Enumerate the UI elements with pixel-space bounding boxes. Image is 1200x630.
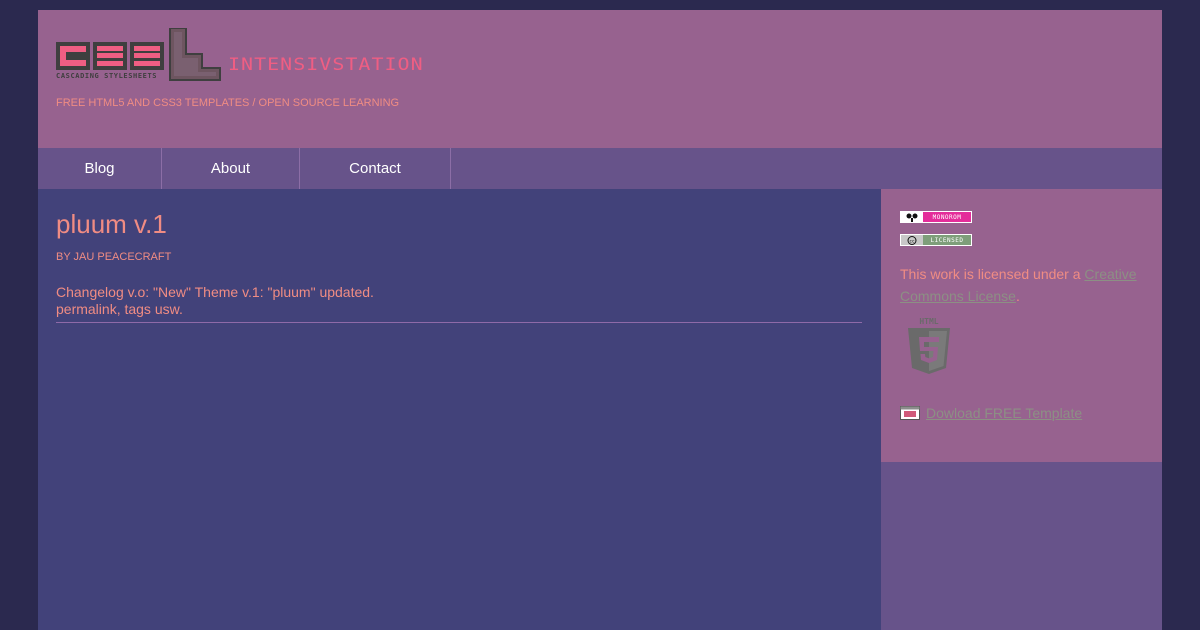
site-header: Cascading Stylesheets Intensivstation Fr… <box>38 10 1162 148</box>
sidebar-box: Monorom cc Licensed This work is license… <box>881 189 1162 462</box>
logo-caption: Cascading Stylesheets <box>56 72 158 80</box>
monorom-figure-icon <box>901 212 923 222</box>
nav-item-contact[interactable]: Contact <box>300 148 451 189</box>
license-suffix: . <box>1015 288 1020 304</box>
download-template[interactable]: Dowload FREE Template <box>900 403 1082 423</box>
cc-licensed-badge[interactable]: cc Licensed <box>900 234 972 246</box>
post-divider <box>56 322 862 323</box>
license-text: This work is licensed under a Creative C… <box>900 263 1150 307</box>
main-content: pluum v.1 by jau peacecraft Changelog v.… <box>38 189 881 630</box>
html5-label: HTML <box>919 317 938 326</box>
monorom-badge-label: Monorom <box>923 212 971 222</box>
download-template-link[interactable]: Dowload FREE Template <box>926 405 1082 421</box>
nav-item-about[interactable]: About <box>162 148 300 189</box>
license-prefix: This work is licensed under a <box>900 266 1081 282</box>
main-nav: Blog About Contact <box>38 148 1162 189</box>
page-wrapper: Cascading Stylesheets Intensivstation Fr… <box>38 10 1162 630</box>
svg-text:cc: cc <box>910 239 915 244</box>
nav-item-blog[interactable]: Blog <box>38 148 162 189</box>
post-meta: permalink, tags usw. <box>56 301 183 317</box>
cc-icon: cc <box>901 235 923 245</box>
monorom-badge[interactable]: Monorom <box>900 211 972 223</box>
cc-badge-label: Licensed <box>923 235 971 245</box>
site-logo[interactable]: Cascading Stylesheets Intensivstation <box>56 28 446 86</box>
post-title[interactable]: pluum v.1 <box>56 209 167 240</box>
site-title[interactable]: Intensivstation <box>228 54 424 74</box>
post-changelog: Changelog v.o: "New" Theme v.1: "pluum" … <box>56 284 374 300</box>
html5-logo-icon[interactable]: HTML <box>906 316 952 378</box>
post-body: Changelog v.o: "New" Theme v.1: "pluum" … <box>56 284 374 318</box>
sidebar: Monorom cc Licensed This work is license… <box>881 189 1162 630</box>
post-byline: by jau peacecraft <box>56 251 172 263</box>
site-tagline: Free HTML5 and CSS3 Templates / Open Sou… <box>56 97 400 109</box>
window-icon <box>900 406 920 420</box>
